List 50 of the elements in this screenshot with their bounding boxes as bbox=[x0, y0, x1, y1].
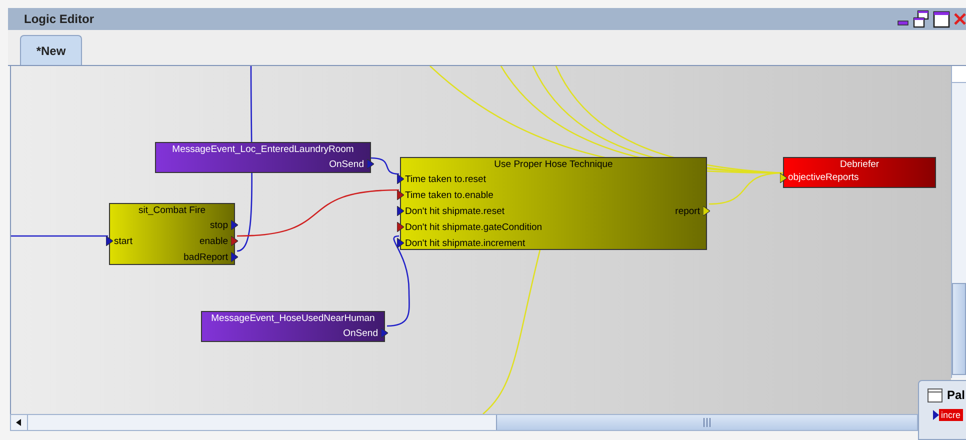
scroll-thumb[interactable] bbox=[952, 283, 966, 375]
port-label: stop bbox=[210, 220, 228, 230]
port-icon[interactable] bbox=[703, 206, 710, 216]
node-title: Debriefer bbox=[840, 159, 880, 171]
window-icon bbox=[927, 388, 943, 402]
node-box[interactable]: Debriefer objectiveReports bbox=[783, 157, 936, 188]
port-label: Don't hit shipmate.gateCondition bbox=[405, 222, 542, 232]
window-title: Logic Editor bbox=[24, 12, 94, 26]
port-icon[interactable] bbox=[397, 174, 404, 184]
tab[interactable]: *New bbox=[20, 35, 82, 65]
node-title: MessageEvent_HoseUsedNearHuman bbox=[211, 313, 375, 325]
palette-item[interactable]: incre bbox=[939, 409, 963, 421]
port-icon[interactable] bbox=[780, 172, 787, 182]
maximize-icon[interactable] bbox=[933, 10, 950, 28]
palette-window[interactable]: Pal incre bbox=[918, 380, 966, 440]
port-label: OnSend bbox=[329, 158, 364, 170]
node-title: sit_Combat Fire bbox=[138, 205, 206, 217]
wire bbox=[370, 157, 400, 175]
port-label: badReport bbox=[184, 252, 228, 262]
port-icon[interactable] bbox=[231, 236, 238, 246]
port-icon[interactable] bbox=[231, 252, 238, 262]
node-box[interactable]: Use Proper Hose Technique Time taken to.reset Time taken to.enable Don't hit shipmate.reset Don't hit shipmate.gateCondition Don't hit shipmate.increment report bbox=[400, 157, 707, 250]
restore-icon[interactable] bbox=[913, 10, 929, 28]
node-title: MessageEvent_Loc_EnteredLaundryRoom bbox=[172, 144, 354, 156]
node-box[interactable]: sit_Combat Fire start stop enable badReport bbox=[109, 203, 235, 265]
horizontal-scrollbar[interactable] bbox=[10, 414, 918, 431]
vertical-scrollbar[interactable] bbox=[951, 66, 966, 378]
grip-icon bbox=[703, 418, 711, 427]
port-label: start bbox=[114, 236, 132, 246]
port-icon[interactable] bbox=[367, 159, 374, 169]
node-box[interactable]: MessageEvent_HoseUsedNearHuman OnSend bbox=[201, 311, 385, 342]
port-icon[interactable] bbox=[106, 236, 113, 246]
port-label: report bbox=[675, 206, 700, 216]
port-label: Don't hit shipmate.reset bbox=[405, 206, 504, 216]
port-label: enable bbox=[199, 236, 228, 246]
port-label: Time taken to.reset bbox=[405, 174, 486, 184]
port-icon[interactable] bbox=[397, 238, 404, 248]
port-label: OnSend bbox=[343, 328, 378, 338]
port-label: Don't hit shipmate.increment bbox=[405, 238, 526, 248]
scroll-thumb[interactable] bbox=[496, 415, 917, 430]
port-icon[interactable] bbox=[231, 220, 238, 230]
node-title: Use Proper Hose Technique bbox=[494, 159, 613, 171]
port-icon[interactable] bbox=[381, 328, 388, 338]
port-icon[interactable] bbox=[397, 190, 404, 200]
node-box[interactable]: MessageEvent_Loc_EnteredLaundryRoom OnSend bbox=[155, 142, 371, 173]
port-label: Time taken to.enable bbox=[405, 190, 494, 200]
port-icon[interactable] bbox=[397, 222, 404, 232]
port-icon[interactable] bbox=[397, 206, 404, 216]
palette-title: Pal bbox=[947, 388, 966, 402]
port-label: objectiveReports bbox=[788, 172, 859, 183]
